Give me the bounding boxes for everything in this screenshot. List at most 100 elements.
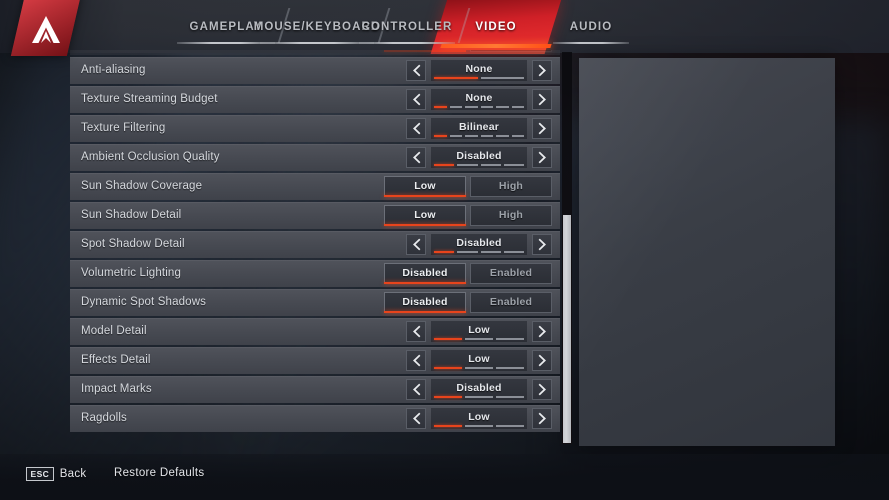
nav-tab-list: GAMEPLAY MOUSE/KEYBOARD CONTROLLER VIDEO AUD… xyxy=(0,0,889,54)
restore-defaults-label: Restore Defaults xyxy=(114,467,205,479)
level-segment xyxy=(511,135,524,137)
setting-row-sun-shadow-coverage[interactable]: Sun Shadow Coverage Low High xyxy=(70,173,560,200)
setting-row-texture-streaming-budget[interactable]: Texture Streaming Budget None xyxy=(70,86,560,113)
nav-tab-audio[interactable]: AUDIO xyxy=(548,0,634,53)
chevron-right-icon[interactable] xyxy=(532,147,552,168)
level-segment xyxy=(496,396,524,398)
setting-control: None xyxy=(406,60,552,81)
setting-row-impact-marks[interactable]: Impact Marks Disabled xyxy=(70,376,560,403)
setting-option-disabled[interactable]: Disabled xyxy=(384,263,466,284)
chevron-left-icon[interactable] xyxy=(406,321,426,342)
setting-control: Disabled Enabled xyxy=(380,292,552,313)
setting-control: Low High xyxy=(380,205,552,226)
level-segment xyxy=(434,164,455,166)
chevron-right-icon[interactable] xyxy=(532,89,552,110)
setting-value-box[interactable]: None xyxy=(431,60,527,81)
chevron-right-icon[interactable] xyxy=(532,321,552,342)
setting-row-effects-detail[interactable]: Effects Detail Low xyxy=(70,347,560,374)
chevron-left-icon[interactable] xyxy=(406,234,426,255)
settings-list[interactable]: Adaptive Supersampling Disabled Enabled Ant… xyxy=(70,50,560,446)
esc-key-badge: ESC xyxy=(26,467,54,481)
setting-value-text: None xyxy=(465,63,493,75)
setting-option-disabled[interactable]: Disabled xyxy=(384,50,466,52)
chevron-left-icon[interactable] xyxy=(406,147,426,168)
settings-scrollbar-thumb[interactable] xyxy=(563,215,571,443)
setting-value-box[interactable]: None xyxy=(431,89,527,110)
restore-defaults-button[interactable]: Restore Defaults xyxy=(114,467,204,479)
chevron-right-icon[interactable] xyxy=(532,350,552,371)
setting-row-label: Sun Shadow Coverage xyxy=(81,180,203,192)
setting-row-adaptive-supersampling[interactable]: Adaptive Supersampling Disabled Enabled xyxy=(70,50,560,55)
setting-option-enabled[interactable]: Enabled xyxy=(470,50,552,52)
nav-tab-label: AUDIO xyxy=(569,20,613,33)
setting-option-high[interactable]: High xyxy=(470,176,552,197)
setting-row-ragdolls[interactable]: Ragdolls Low xyxy=(70,405,560,432)
setting-option-label: Low xyxy=(414,179,436,192)
setting-option-high[interactable]: High xyxy=(470,205,552,226)
setting-row-label: Adaptive Supersampling xyxy=(81,50,209,55)
setting-level-indicator xyxy=(434,425,524,427)
setting-level-indicator xyxy=(434,367,524,369)
nav-tab-video[interactable]: VIDEO xyxy=(430,0,562,54)
setting-value-text: Disabled xyxy=(456,150,502,162)
level-segment xyxy=(434,338,462,340)
setting-row-volumetric-lighting[interactable]: Volumetric Lighting Disabled Enabled xyxy=(70,260,560,287)
setting-control: Low xyxy=(406,321,552,342)
setting-option-low[interactable]: Low xyxy=(384,176,466,197)
setting-row-dynamic-spot-shadows[interactable]: Dynamic Spot Shadows Disabled Enabled xyxy=(70,289,560,316)
setting-level-indicator xyxy=(434,77,524,79)
chevron-right-icon[interactable] xyxy=(532,118,552,139)
settings-scrollbar-track[interactable] xyxy=(562,52,572,444)
setting-row-spot-shadow-detail[interactable]: Spot Shadow Detail Disabled xyxy=(70,231,560,258)
setting-row-label: Texture Filtering xyxy=(81,122,166,134)
setting-row-label: Impact Marks xyxy=(81,383,152,395)
back-button[interactable]: ESC Back xyxy=(26,467,86,481)
setting-option-enabled[interactable]: Enabled xyxy=(470,292,552,313)
level-segment xyxy=(449,135,462,137)
setting-option-label: Disabled xyxy=(402,295,448,308)
nav-tab-underline xyxy=(553,41,629,44)
setting-control: Bilinear xyxy=(406,118,552,139)
setting-value-box[interactable]: Low xyxy=(431,350,527,371)
setting-row-texture-filtering[interactable]: Texture Filtering Bilinear xyxy=(70,115,560,142)
setting-row-ambient-occlusion-quality[interactable]: Ambient Occlusion Quality Disabled xyxy=(70,144,560,171)
setting-value-box[interactable]: Bilinear xyxy=(431,118,527,139)
setting-level-indicator xyxy=(434,338,524,340)
setting-value-box[interactable]: Disabled xyxy=(431,234,527,255)
setting-control: Disabled xyxy=(406,379,552,400)
setting-row-label: Texture Streaming Budget xyxy=(81,93,218,105)
chevron-right-icon[interactable] xyxy=(532,234,552,255)
setting-option-low[interactable]: Low xyxy=(384,205,466,226)
level-segment xyxy=(496,338,524,340)
level-segment xyxy=(434,367,462,369)
setting-row-label: Spot Shadow Detail xyxy=(81,238,185,250)
chevron-left-icon[interactable] xyxy=(406,408,426,429)
setting-value-box[interactable]: Low xyxy=(431,321,527,342)
chevron-left-icon[interactable] xyxy=(406,89,426,110)
setting-row-anti-aliasing[interactable]: Anti-aliasing None xyxy=(70,57,560,84)
chevron-right-icon[interactable] xyxy=(532,379,552,400)
footer-bar: ESC Back Restore Defaults xyxy=(0,454,889,500)
setting-level-indicator xyxy=(434,135,524,137)
level-segment xyxy=(465,135,478,137)
setting-option-disabled[interactable]: Disabled xyxy=(384,292,466,313)
setting-option-label: High xyxy=(498,208,524,221)
setting-value-box[interactable]: Disabled xyxy=(431,379,527,400)
setting-row-model-detail[interactable]: Model Detail Low xyxy=(70,318,560,345)
setting-value-text: Low xyxy=(468,353,490,365)
setting-option-enabled[interactable]: Enabled xyxy=(470,263,552,284)
chevron-left-icon[interactable] xyxy=(406,118,426,139)
nav-tab-label: CONTROLLER xyxy=(361,20,453,33)
setting-value-text: Low xyxy=(468,411,490,423)
setting-value-box[interactable]: Low xyxy=(431,408,527,429)
setting-control: Disabled Enabled xyxy=(380,50,552,52)
setting-option-label: Disabled xyxy=(402,266,448,279)
setting-value-box[interactable]: Disabled xyxy=(431,147,527,168)
chevron-left-icon[interactable] xyxy=(406,60,426,81)
chevron-right-icon[interactable] xyxy=(532,408,552,429)
chevron-left-icon[interactable] xyxy=(406,350,426,371)
chevron-left-icon[interactable] xyxy=(406,379,426,400)
setting-row-sun-shadow-detail[interactable]: Sun Shadow Detail Low High xyxy=(70,202,560,229)
nav-tab-label: VIDEO xyxy=(475,20,517,33)
chevron-right-icon[interactable] xyxy=(532,60,552,81)
